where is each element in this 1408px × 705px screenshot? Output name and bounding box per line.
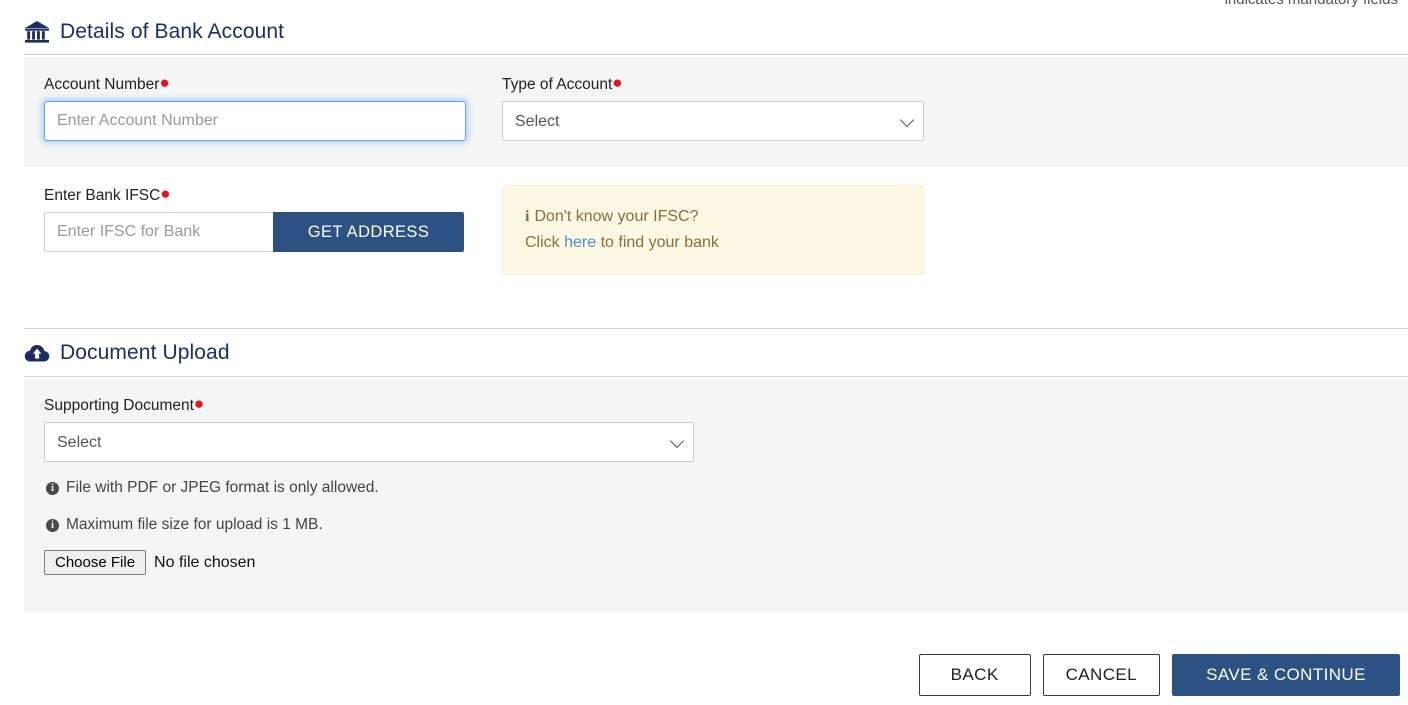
file-size-hint: i Maximum file size for upload is 1 MB.: [46, 516, 323, 534]
ifsc-input[interactable]: [44, 212, 273, 252]
account-number-field-group: Account Number●: [44, 73, 466, 141]
cloud-upload-icon: [24, 343, 50, 363]
info-circle-icon: i: [46, 518, 59, 532]
bank-details-title: Details of Bank Account: [60, 20, 285, 43]
document-upload-divider: [24, 376, 1408, 377]
save-and-continue-button[interactable]: SAVE & CONTINUE: [1172, 654, 1400, 696]
ifsc-input-group: GET ADDRESS: [44, 212, 464, 252]
get-address-button[interactable]: GET ADDRESS: [273, 212, 464, 252]
ifsc-label: Enter Bank IFSC●: [44, 184, 171, 204]
ifsc-help-line-2: Click here to find your bank: [525, 233, 719, 251]
supporting-document-field-group: Supporting Document● Select: [44, 394, 694, 462]
file-size-hint-text: Maximum file size for upload is 1 MB.: [66, 516, 323, 533]
document-upload-section-heading: Document Upload: [24, 341, 230, 365]
cancel-button[interactable]: CANCEL: [1042, 654, 1160, 696]
ifsc-field-group: Enter Bank IFSC● GET ADDRESS: [44, 184, 466, 252]
supporting-document-select[interactable]: Select: [44, 422, 694, 462]
back-button[interactable]: BACK: [918, 654, 1031, 696]
type-of-account-label: Type of Account●: [502, 73, 623, 93]
bank-account-form-page: indicates mandatory fields Details of Ba…: [0, 0, 1408, 705]
type-of-account-field-group: Type of Account● Select: [502, 73, 924, 141]
ifsc-help-line-1: i Don't know your IFSC?: [525, 208, 699, 225]
supporting-document-label: Supporting Document●: [44, 394, 205, 414]
find-bank-link[interactable]: here: [564, 234, 596, 251]
choose-file-button[interactable]: Choose File: [44, 550, 147, 575]
required-marker: ●: [612, 73, 623, 92]
type-of-account-select[interactable]: Select: [502, 101, 924, 141]
chosen-file-status: No file chosen: [154, 553, 256, 571]
bank-details-section-heading: Details of Bank Account: [24, 20, 284, 44]
ifsc-help-info-box: i Don't know your IFSC? Click here to fin…: [502, 185, 924, 275]
bank-details-divider: [24, 54, 1408, 55]
document-upload-title: Document Upload: [60, 341, 230, 364]
file-format-hint-text: File with PDF or JPEG format is only all…: [66, 479, 379, 496]
bank-building-icon: [24, 20, 50, 44]
file-upload-row: Choose File No file chosen: [44, 550, 255, 575]
info-italic-icon: i: [525, 208, 530, 225]
file-format-hint: i File with PDF or JPEG format is only a…: [46, 479, 379, 497]
required-marker: ●: [159, 73, 170, 92]
account-number-input[interactable]: [44, 101, 466, 141]
info-circle-icon: i: [46, 481, 59, 495]
required-marker: ●: [160, 184, 171, 203]
mandatory-fields-note: indicates mandatory fields: [1225, 0, 1398, 8]
document-upload-top-divider: [24, 328, 1408, 329]
form-action-buttons: BACK CANCEL SAVE & CONTINUE: [918, 654, 1400, 696]
account-number-label: Account Number●: [44, 73, 170, 93]
required-marker: ●: [193, 394, 205, 413]
